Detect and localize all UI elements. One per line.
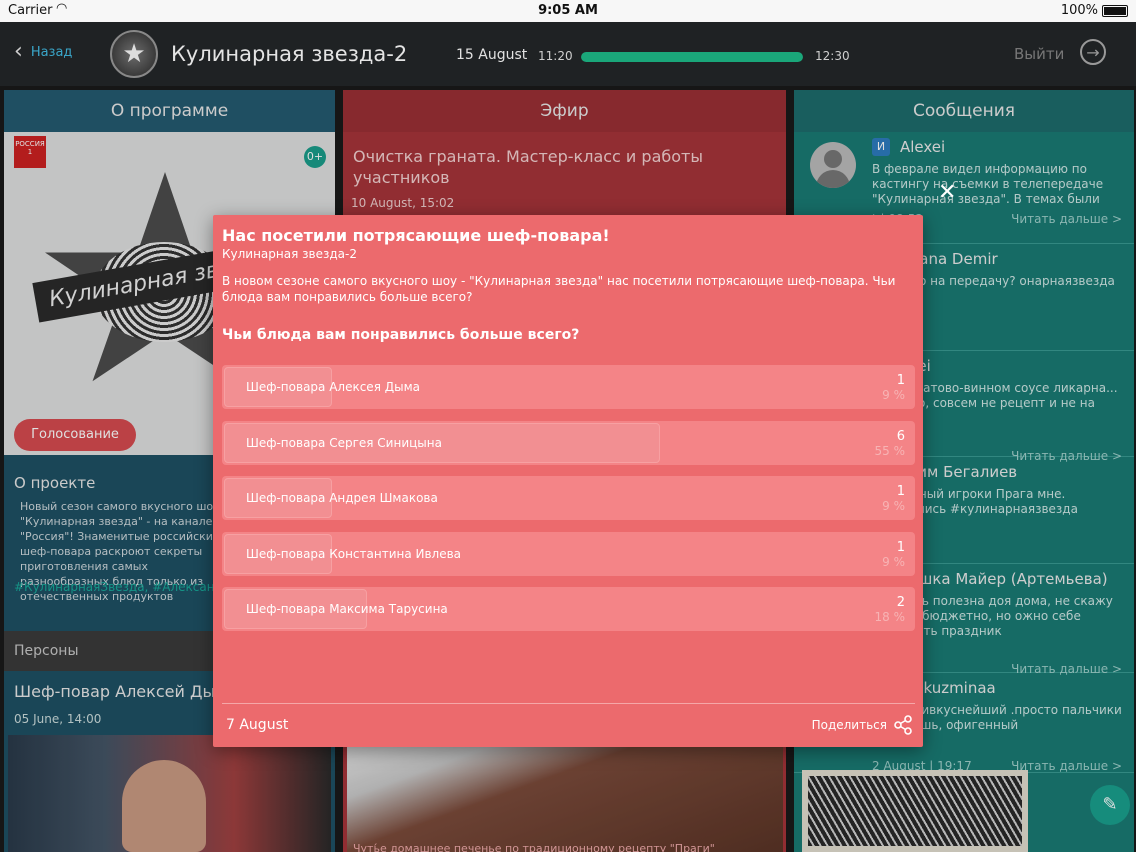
- back-label: Назад: [30, 44, 73, 60]
- broadcast-start-time: 11:20: [538, 49, 573, 63]
- poll-option[interactable]: Шеф-повара Алексея Дыма 1 9 %: [222, 365, 915, 409]
- poll-option-percent: 9 %: [882, 554, 905, 569]
- poll-option[interactable]: Шеф-повара Сергея Синицына 6 55 %: [222, 420, 915, 465]
- exit-icon[interactable]: →: [1080, 39, 1106, 65]
- back-button[interactable]: ‹ Назад: [14, 39, 73, 64]
- broadcast-date: 15 August: [456, 47, 528, 63]
- poll-option[interactable]: Шеф-повара Константина Ивлева 1 9 %: [222, 531, 915, 576]
- broadcast-end-time: 12:30: [815, 49, 850, 63]
- poll-option-percent: 9 %: [882, 388, 905, 402]
- battery-icon: [1102, 5, 1128, 17]
- battery-percent: 100%: [1060, 3, 1098, 18]
- poll-option-count: 1: [896, 539, 905, 555]
- poll-option[interactable]: Шеф-повара Максима Тарусина 2 18 %: [222, 587, 915, 631]
- clock: 9:05 AM: [538, 3, 598, 18]
- top-bar: ‹ Назад ★ Кулинарная звезда-2 15 August …: [0, 22, 1136, 86]
- share-icon: [894, 715, 912, 735]
- poll-option-percent: 55 %: [874, 443, 906, 458]
- poll-option-label: Шеф-повара Максима Тарусина: [246, 602, 448, 616]
- poll-option-count: 6: [896, 428, 905, 444]
- poll-option-count: 1: [896, 484, 905, 499]
- poll-option-percent: 18 %: [874, 610, 906, 624]
- poll-option-label: Шеф-повара Константина Ивлева: [246, 546, 462, 561]
- broadcast-progress-fill: [581, 52, 803, 62]
- chevron-left-icon: ‹: [14, 39, 23, 64]
- poll-date: 7 August: [226, 717, 289, 733]
- poll-option-label: Шеф-повара Сергея Синицына: [246, 435, 442, 450]
- share-label: Поделиться: [811, 718, 887, 732]
- close-icon[interactable]: ✕: [938, 180, 956, 205]
- exit-button[interactable]: Выйти: [1014, 45, 1064, 63]
- poll-subtitle: Кулинарная звезда-2: [222, 247, 357, 261]
- poll-option-count: 2: [896, 595, 905, 610]
- show-title: Кулинарная звезда-2: [171, 42, 408, 66]
- poll-option-label: Шеф-повара Алексея Дыма: [246, 380, 420, 394]
- poll-option-label: Шеф-повара Андрея Шмакова: [246, 491, 438, 505]
- poll-question: Чьи блюда вам понравились больше всего?: [222, 327, 580, 343]
- broadcast-progress: [581, 52, 803, 62]
- poll-modal: Нас посетили потрясающие шеф-повара! Кул…: [213, 215, 923, 747]
- poll-option-count: 1: [896, 373, 905, 388]
- share-button[interactable]: Поделиться: [812, 715, 913, 735]
- poll-option-percent: 9 %: [882, 499, 905, 513]
- poll-divider: [222, 703, 915, 704]
- poll-description: В новом сезоне самого вкусного шоу - "Ку…: [222, 274, 896, 304]
- poll-title: Нас посетили потрясающие шеф-повара!: [222, 226, 610, 245]
- status-bar: Carrier ◠ 9:05 AM 100%: [0, 0, 1136, 22]
- show-logo: ★: [110, 30, 158, 78]
- poll-option[interactable]: Шеф-повара Андрея Шмакова 1 9 %: [222, 476, 915, 520]
